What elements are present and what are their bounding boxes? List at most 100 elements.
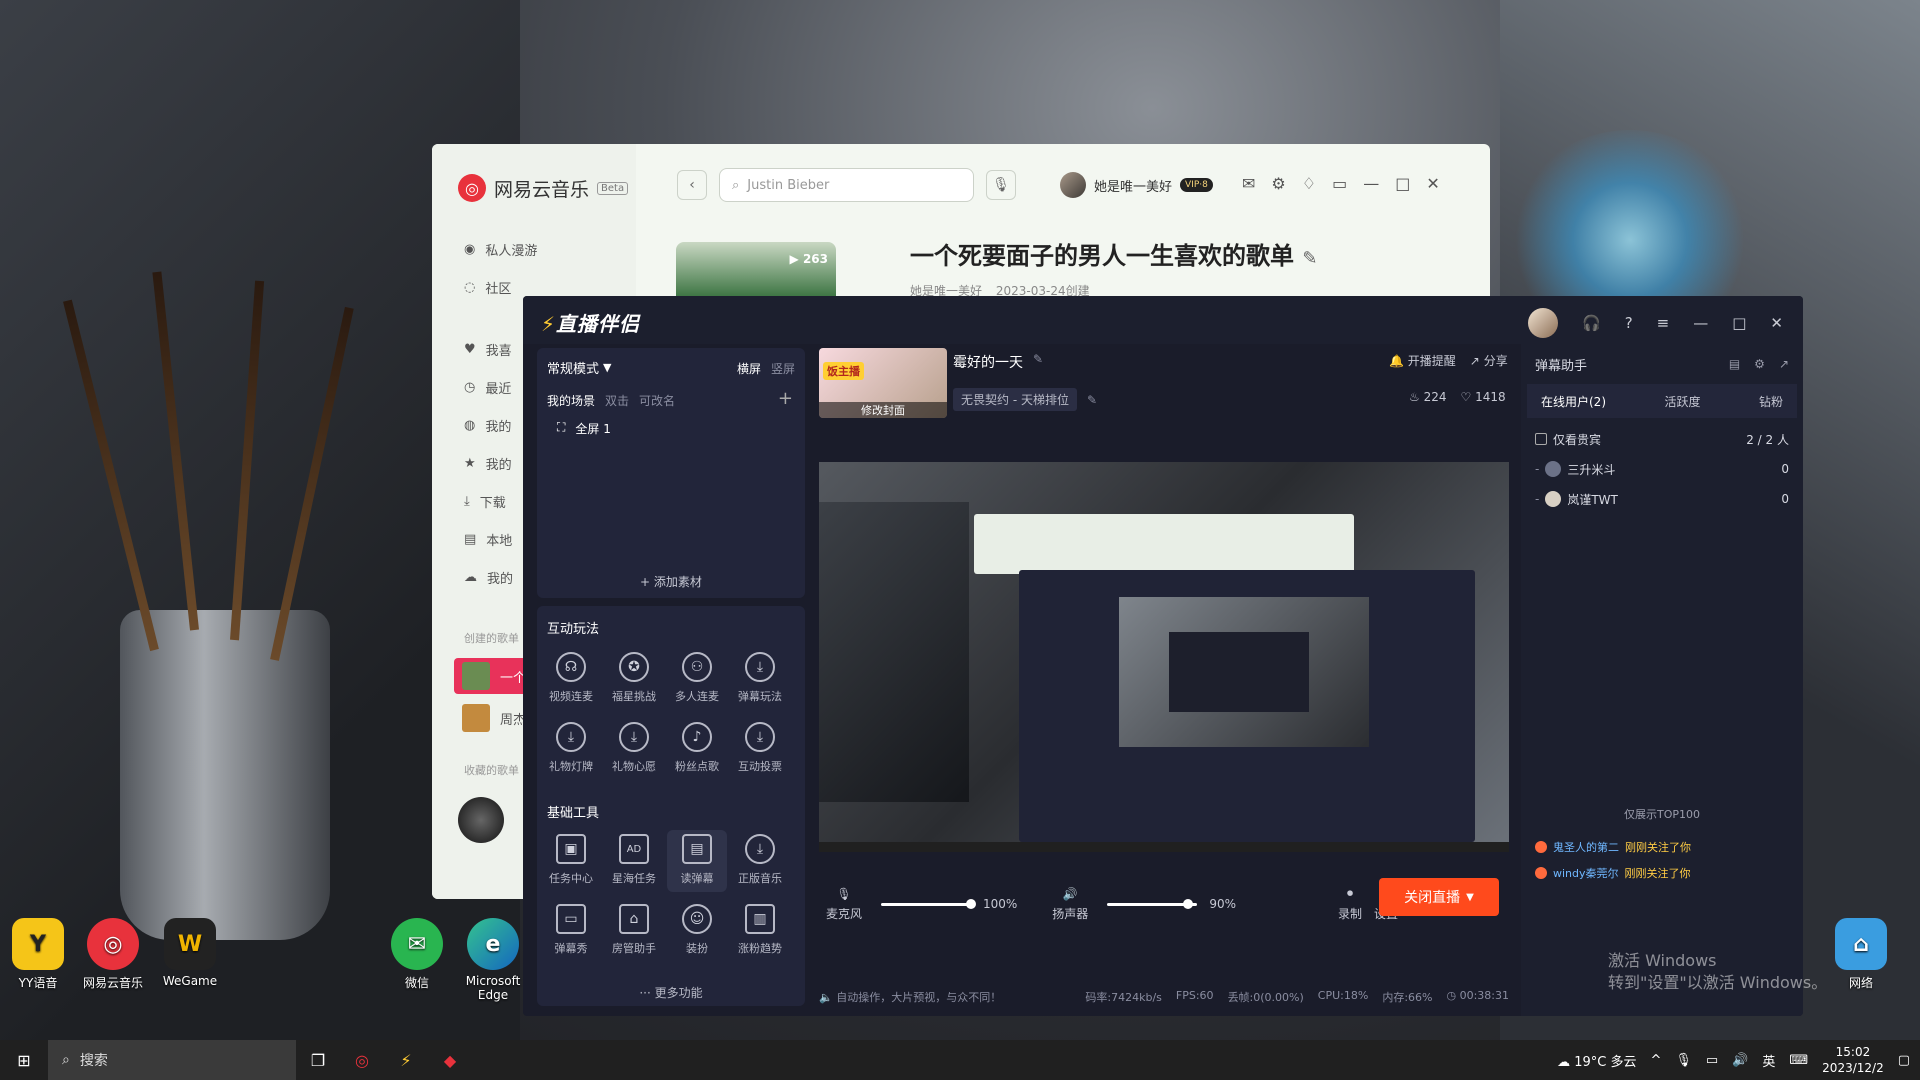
danmu-play-tool[interactable]: ⤓ 弹幕玩法 [730, 652, 790, 704]
more-tools-button[interactable]: ··· 更多功能 [537, 984, 805, 1001]
room-cover[interactable]: 饭主播 修改封面 [819, 348, 947, 418]
sidebar-item-community[interactable]: ◌ 社区 [464, 278, 511, 297]
sidebar-item-local[interactable]: ▤ 本地 [464, 530, 512, 549]
close-icon[interactable]: ✕ [1770, 314, 1783, 332]
menu-icon[interactable]: ≡ [1657, 314, 1670, 332]
sidebar-item-roam[interactable]: ◉ 私人漫游 [464, 240, 537, 259]
start-button[interactable]: ⊞ [0, 1040, 48, 1080]
decorate-tool[interactable]: ☺ 装扮 [667, 904, 727, 956]
gift-light-tool[interactable]: ⤓ 礼物灯牌 [541, 722, 601, 774]
song-request-tool[interactable]: ♪ 粉丝点歌 [667, 722, 727, 774]
speaker-control[interactable]: 🔊 扬声器 [1045, 887, 1095, 922]
mic-slider[interactable] [881, 898, 976, 909]
sidebar-item-collect[interactable]: ★ 我的 [464, 454, 512, 473]
task-view-button[interactable]: ❐ [296, 1040, 340, 1080]
tab-online-users[interactable]: 在线用户(2) [1541, 393, 1606, 410]
share-button[interactable]: ↗ 分享 [1470, 352, 1508, 369]
read-danmu-tool[interactable]: ▤ 读弹幕 [667, 830, 727, 892]
minimize-icon[interactable]: — [1363, 174, 1379, 193]
popout-icon[interactable]: ↗ [1779, 357, 1789, 371]
notification-icon[interactable]: ▢ [1898, 1053, 1910, 1068]
taskbar-app[interactable]: ◆ [428, 1040, 472, 1080]
headset-icon[interactable]: 🎧 [1582, 314, 1601, 332]
edit-icon[interactable]: ✎ [1087, 393, 1097, 407]
music-tool[interactable]: ⤓ 正版音乐 [730, 834, 790, 886]
remind-button[interactable]: 🔔 开播提醒 [1389, 352, 1456, 369]
taskbar-search[interactable]: ⌕ 搜索 [48, 1040, 296, 1080]
room-category[interactable]: 无畏契约 - 天梯排位 ✎ [953, 388, 1097, 411]
add-scene-icon[interactable]: + [778, 388, 793, 409]
tab-activity[interactable]: 活跃度 [1664, 393, 1700, 410]
speaker-slider[interactable] [1107, 898, 1198, 909]
edit-icon[interactable]: ✎ [1033, 352, 1043, 372]
star-task-tool[interactable]: AD 星海任务 [604, 834, 664, 886]
edit-cover-button[interactable]: 修改封面 [819, 402, 947, 418]
edit-icon[interactable]: ✎ [1302, 248, 1317, 269]
vote-tool[interactable]: ⤓ 互动投票 [730, 722, 790, 774]
skin-icon[interactable]: ♢ [1302, 174, 1316, 193]
sidebar-item-download[interactable]: ⤓ 下载 [464, 492, 506, 511]
playlist-item[interactable]: 周杰 [462, 704, 526, 732]
sidebar-item-like[interactable]: ♥ 我喜 [464, 340, 512, 359]
record-button[interactable]: ⏺ 录制 [1338, 886, 1362, 922]
fans-trend-tool[interactable]: ▥ 涨粉趋势 [730, 904, 790, 956]
search-input[interactable]: ⌕ Justin Bieber [719, 168, 974, 202]
live-companion-window[interactable]: ⚡直播伴侣 🎧 ? ≡ — □ ✕ 常规模式 ▼ 横屏 竖屏 我的场景 双击 可… [523, 296, 1803, 1016]
sidebar-item-podcast[interactable]: ◍ 我的 [464, 416, 511, 435]
user-row[interactable]: - 三升米斗 0 [1521, 454, 1803, 484]
clock[interactable]: 15:02 2023/12/2 [1822, 1044, 1884, 1076]
desktop-icon-wegame[interactable]: W WeGame [155, 918, 225, 988]
taskbar-netease[interactable]: ◎ [340, 1040, 384, 1080]
tab-diamond-fans[interactable]: 钻粉 [1759, 393, 1783, 410]
mode-select[interactable]: 常规模式 ▼ [547, 358, 611, 377]
video-link-tool[interactable]: ☊ 视频连麦 [541, 652, 601, 704]
taskbar-live[interactable]: ⚡ [384, 1040, 428, 1080]
scene-item[interactable]: ⛶ 全屏 1 [557, 420, 611, 437]
task-center-tool[interactable]: ▣ 任务中心 [541, 834, 601, 886]
mail-icon[interactable]: ✉ [1242, 174, 1255, 193]
slider-knob[interactable] [966, 898, 976, 909]
volume-icon[interactable]: 🔊 [1732, 1053, 1748, 1068]
help-icon[interactable]: ? [1625, 314, 1633, 332]
stream-preview[interactable] [819, 462, 1509, 852]
chevron-up-icon[interactable]: ^ [1650, 1053, 1661, 1068]
maximize-icon[interactable]: □ [1395, 174, 1410, 193]
vip-only-checkbox[interactable]: 仅看贵宾 [1535, 431, 1601, 448]
mini-mode-icon[interactable]: ▭ [1332, 174, 1347, 193]
desktop-icon-netease[interactable]: ◎ 网易云音乐 [78, 918, 148, 991]
desktop-icon-edge[interactable]: e Microsoft Edge [458, 918, 528, 1002]
sidebar-item-cloud[interactable]: ☁ 我的 [464, 568, 513, 587]
desktop-icon-wechat[interactable]: ✉ 微信 [382, 918, 452, 991]
gear-icon[interactable]: ⚙ [1271, 174, 1285, 193]
back-button[interactable]: ‹ [677, 170, 707, 200]
now-playing-disc[interactable] [458, 797, 504, 843]
user-row[interactable]: - 岚谨TWT 0 [1521, 484, 1803, 514]
weather-widget[interactable]: ☁ 19°C 多云 [1557, 1051, 1636, 1070]
user-info[interactable]: 她是唯一美好 VIP·8 [1060, 172, 1213, 198]
avatar[interactable] [1528, 308, 1558, 338]
network-icon[interactable]: ▭ [1706, 1053, 1718, 1068]
desktop-icon-network[interactable]: ⌂ 网络 [1826, 918, 1896, 991]
gear-icon[interactable]: ⚙ [1754, 357, 1765, 371]
mic-control[interactable]: 🎙 麦克风 [819, 887, 869, 922]
lucky-star-tool[interactable]: ✪ 福星挑战 [604, 652, 664, 704]
slider-knob[interactable] [1183, 898, 1194, 909]
maximize-icon[interactable]: □ [1732, 314, 1746, 332]
desktop-icon-yy[interactable]: Y YY语音 [3, 918, 73, 991]
room-admin-tool[interactable]: ⌂ 房管助手 [604, 904, 664, 956]
gift-wish-tool[interactable]: ⤓ 礼物心愿 [604, 722, 664, 774]
keyboard-icon[interactable]: ⌨ [1789, 1053, 1808, 1068]
landscape-tab[interactable]: 横屏 [737, 360, 761, 377]
stop-live-button[interactable]: 关闭直播 ▼ [1379, 878, 1499, 916]
minimize-icon[interactable]: — [1693, 314, 1708, 332]
add-material-button[interactable]: + 添加素材 [537, 573, 805, 590]
microphone-icon[interactable]: 🎙 [1675, 1053, 1692, 1068]
playlist-cover[interactable]: ▶ 263 [676, 242, 836, 302]
multi-link-tool[interactable]: ⚇ 多人连麦 [667, 652, 727, 704]
close-icon[interactable]: ✕ [1426, 174, 1439, 193]
room-title[interactable]: 霉好的一天 ✎ [953, 352, 1043, 372]
portrait-tab[interactable]: 竖屏 [771, 360, 795, 377]
danmu-show-tool[interactable]: ▭ 弹幕秀 [541, 904, 601, 956]
doc-icon[interactable]: ▤ [1729, 357, 1740, 371]
sidebar-item-recent[interactable]: ◷ 最近 [464, 378, 511, 397]
